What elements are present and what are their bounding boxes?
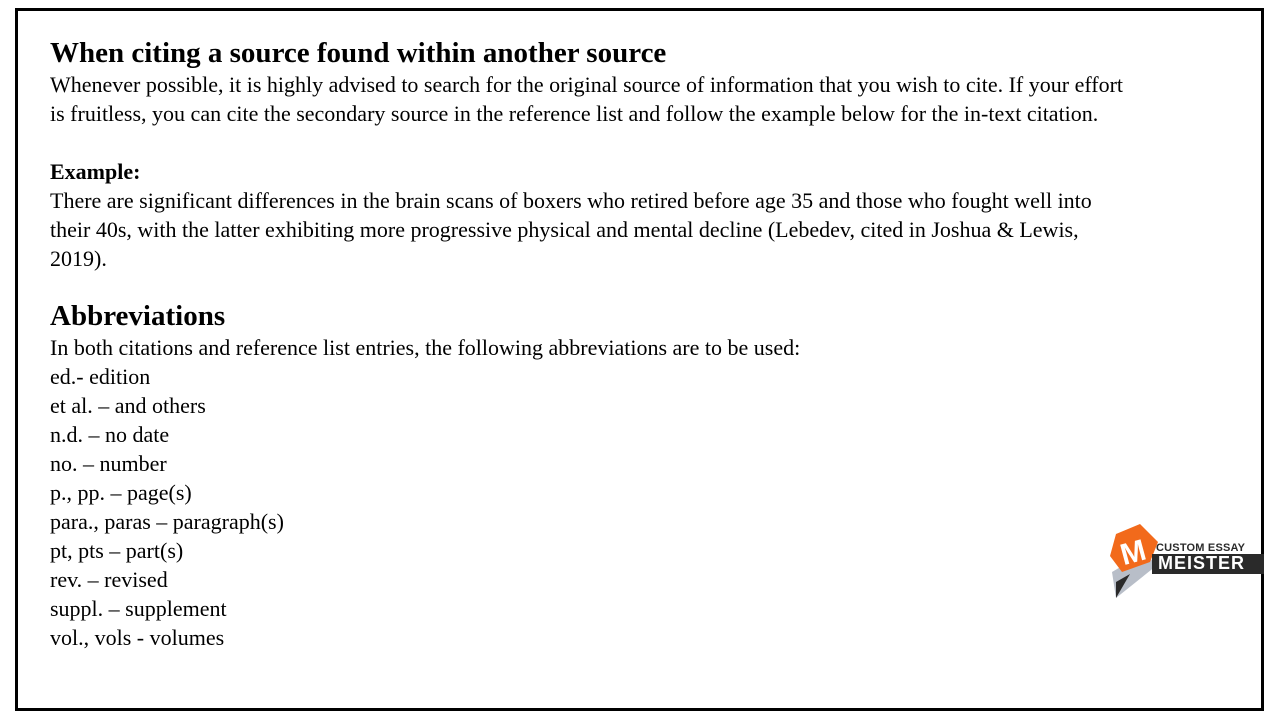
example-line-1: There are significant differences in the… (50, 188, 1092, 213)
intro-line-1: Whenever possible, it is highly advised … (50, 72, 1124, 97)
list-item: n.d. – no date (50, 422, 170, 447)
example-line-2: their 40s, with the latter exhibiting mo… (50, 217, 1079, 242)
abbreviations-list: ed.- edition et al. – and others n.d. – … (50, 362, 1240, 652)
list-item: vol., vols - volumes (50, 625, 225, 650)
logo-wordmark: MEISTER (1158, 553, 1246, 573)
list-item: pt, pts – part(s) (50, 538, 184, 563)
list-item: ed.- edition (50, 364, 151, 389)
list-item: p., pp. – page(s) (50, 480, 192, 505)
list-item: rev. – revised (50, 567, 168, 592)
example-line-3: 2019). (50, 246, 107, 271)
list-item: et al. – and others (50, 393, 206, 418)
list-item: no. – number (50, 451, 167, 476)
abbreviations-intro: In both citations and reference list ent… (50, 335, 801, 360)
list-item: para., paras – paragraph(s) (50, 509, 284, 534)
example-label: Example: (50, 159, 141, 184)
custom-essay-meister-logo: M CUSTOM ESSAY MEISTER (1106, 522, 1266, 602)
list-item: suppl. – supplement (50, 596, 227, 621)
intro-line-2: is fruitless, you can cite the secondary… (50, 101, 1099, 126)
section-heading-secondary-source: When citing a source found within anothe… (50, 37, 667, 69)
section-heading-abbreviations: Abbreviations (50, 300, 226, 332)
document-content: When citing a source found within anothe… (50, 36, 1240, 652)
